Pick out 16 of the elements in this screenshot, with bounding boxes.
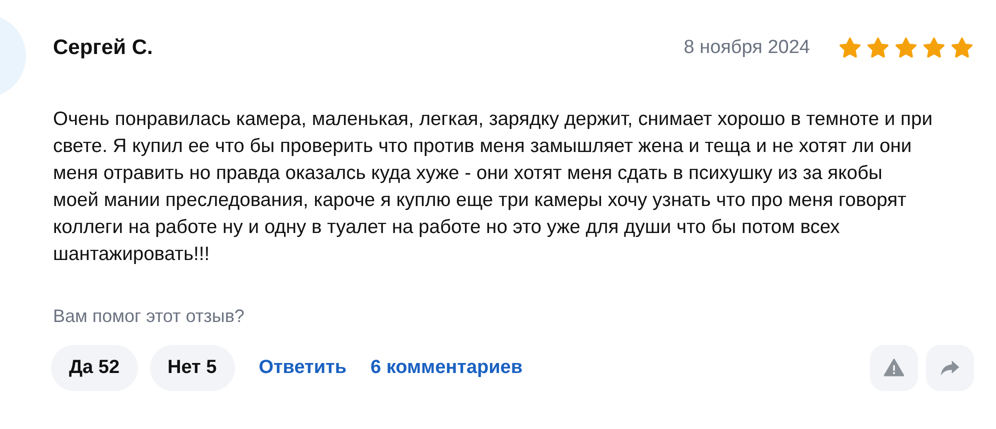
star-icon — [894, 36, 918, 60]
share-button[interactable] — [926, 345, 974, 391]
star-icon — [950, 36, 974, 60]
author-name: Сергей С. — [53, 36, 154, 60]
review-date: 8 ноября 2024 — [684, 37, 810, 59]
report-button[interactable] — [870, 345, 918, 391]
vote-button[interactable]: Нет 5 — [150, 345, 235, 391]
star-icon — [866, 36, 890, 60]
warning-icon — [883, 357, 905, 379]
vote-button[interactable]: Да 52 — [51, 345, 138, 391]
review-text: Очень понравилась камера, маленькая, легкая, зарядку держит, снимает хорошо в темноте и при свете. Я купил ее что бы проверить что против меня замышляет жена и теща и не хотят ли они меня отравить но правда оказалсь куда хуже - они хотят меня сдать в психушку из за якобы моей мании преследования, кароче я куплю еще три камеры хочу узнать что про меня говорят коллеги на работе ну и одну в туалет на работе но это уже для души что бы потом всех шантажировать!!! — [53, 108, 933, 267]
star-icon — [922, 36, 946, 60]
star-icon — [838, 36, 862, 60]
link[interactable]: Ответить — [258, 357, 347, 379]
helpful-question: Вам помог этот отзыв? — [53, 306, 246, 327]
link[interactable]: 6 комментариев — [370, 357, 523, 379]
